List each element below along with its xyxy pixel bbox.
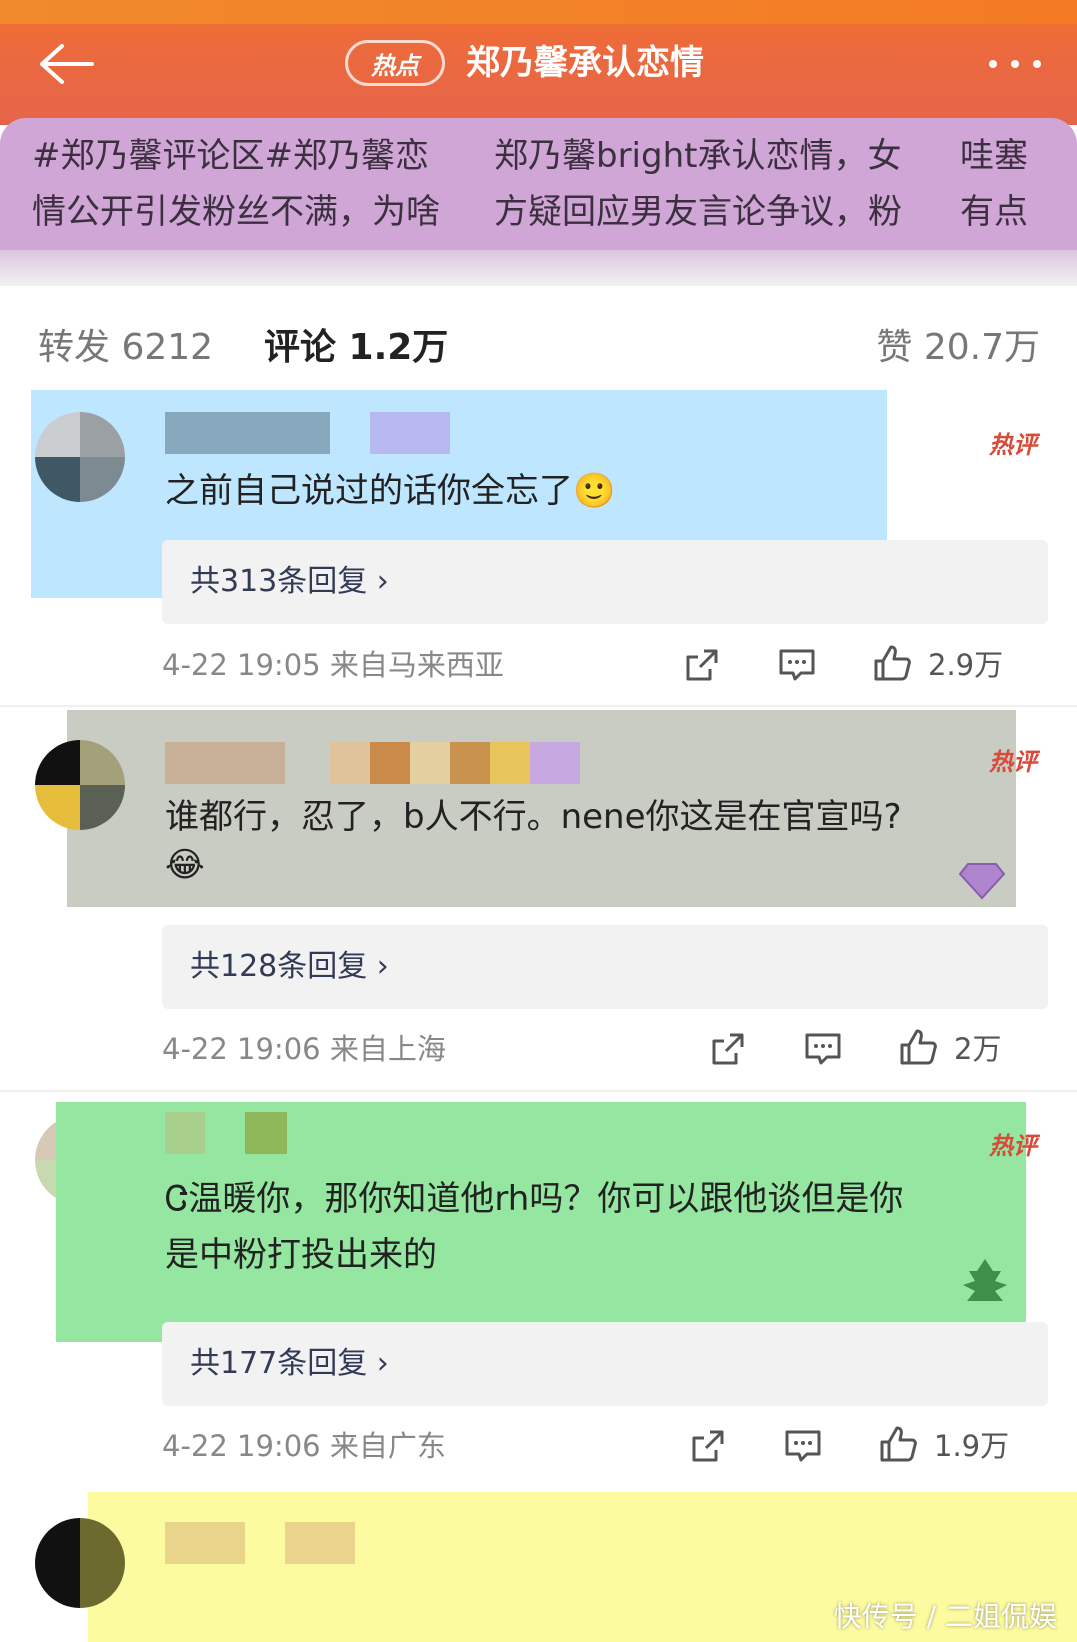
tab-like[interactable]: 赞 20.7万 (876, 326, 1040, 370)
topic-line: 方疑回应男友言论争议，粉 (494, 192, 902, 232)
user-badge-blurred (370, 412, 450, 454)
topic-line: 有点 (960, 192, 1028, 232)
topic-card[interactable]: #郑乃馨评论区#郑乃馨恋 情公开引发粉丝不满，为啥 (32, 128, 462, 240)
username-blurred[interactable] (165, 742, 285, 784)
comment-icon[interactable] (777, 645, 817, 685)
comment-text: 之前自己说过的话你全忘了🙂 (165, 471, 616, 511)
comment-emoji: 😂 (165, 845, 205, 885)
like-count: 2万 (954, 1032, 1002, 1066)
tab-comment[interactable]: 评论 1.2万 (264, 326, 448, 370)
replies-button[interactable]: 共128条回复 › (162, 925, 1048, 1009)
user-badges-blurred (330, 742, 580, 784)
share-icon[interactable] (688, 1426, 728, 1466)
more-dots-icon[interactable] (985, 52, 1045, 76)
topic-line: #郑乃馨评论区#郑乃馨恋 (32, 136, 429, 176)
share-icon[interactable] (682, 645, 722, 685)
username-blurred[interactable] (165, 1522, 245, 1564)
replies-button[interactable]: 共177条回复 › (162, 1322, 1048, 1406)
topic-line: 情公开引发粉丝不满，为啥 (32, 192, 440, 232)
comment-icon[interactable] (803, 1029, 843, 1069)
avatar[interactable] (35, 740, 125, 830)
replies-count: 共177条回复 › (190, 1346, 389, 1381)
username-blurred[interactable] (245, 1112, 287, 1154)
topic-line: 哇塞 (960, 136, 1028, 176)
back-arrow-icon[interactable] (34, 40, 96, 88)
thumbs-up-icon[interactable] (872, 643, 912, 683)
hot-comment-badge: 热评 (989, 748, 1037, 776)
page-title: 郑乃馨承认恋情 (466, 43, 704, 83)
avatar[interactable] (35, 1518, 125, 1608)
comment-text: 谁都行，忍了，b人不行。nene你这是在官宣吗? (165, 797, 902, 837)
thumbs-up-icon[interactable] (898, 1027, 938, 1067)
topic-line: 郑乃馨bright承认恋情，女 (494, 136, 902, 176)
tab-repost[interactable]: 转发 6212 (38, 326, 213, 370)
comment-text: Ꮳ温暖你，那你知道他rh吗？你可以跟他谈但是你 (165, 1179, 904, 1219)
avatar[interactable] (35, 412, 125, 502)
like-count: 2.9万 (928, 648, 1004, 682)
comment-time-location: 4-22 19:06 来自广东 (162, 1429, 446, 1463)
replies-button[interactable]: 共313条回复 › (162, 540, 1048, 624)
diamond-badge-icon (958, 863, 1006, 900)
status-strip (0, 0, 1077, 24)
topic-card[interactable]: 郑乃馨bright承认恋情，女 方疑回应男友言论争议，粉 (494, 128, 926, 240)
watermark-text: 快传号 / 二姐侃娱 (833, 1600, 1057, 1633)
hot-topic-badge: 热点 (345, 40, 445, 86)
username-blurred[interactable] (165, 1112, 205, 1154)
comment-icon[interactable] (783, 1426, 823, 1466)
stats-tab-bar: 转发 6212 评论 1.2万 赞 20.7万 (0, 286, 1077, 406)
replies-count: 共128条回复 › (190, 949, 389, 984)
user-badge-blurred (285, 1522, 355, 1564)
hot-comment-badge: 热评 (989, 431, 1037, 459)
like-count: 1.9万 (934, 1429, 1010, 1463)
plant-decoration-icon (963, 1259, 1007, 1301)
topic-card[interactable]: 哇塞 有点 (960, 128, 1077, 240)
replies-count: 共313条回复 › (190, 564, 389, 599)
comment-text: 是中粉打投出来的 (165, 1235, 437, 1275)
thumbs-up-icon[interactable] (878, 1424, 918, 1464)
divider (0, 1090, 1077, 1092)
share-icon[interactable] (708, 1029, 748, 1069)
divider (0, 705, 1077, 707)
topics-shadow (0, 250, 1077, 286)
username-blurred[interactable] (165, 412, 330, 454)
comment-time-location: 4-22 19:06 来自上海 (162, 1032, 446, 1066)
comment-time-location: 4-22 19:05 来自马来西亚 (162, 648, 504, 682)
hot-comment-badge: 热评 (989, 1132, 1037, 1160)
